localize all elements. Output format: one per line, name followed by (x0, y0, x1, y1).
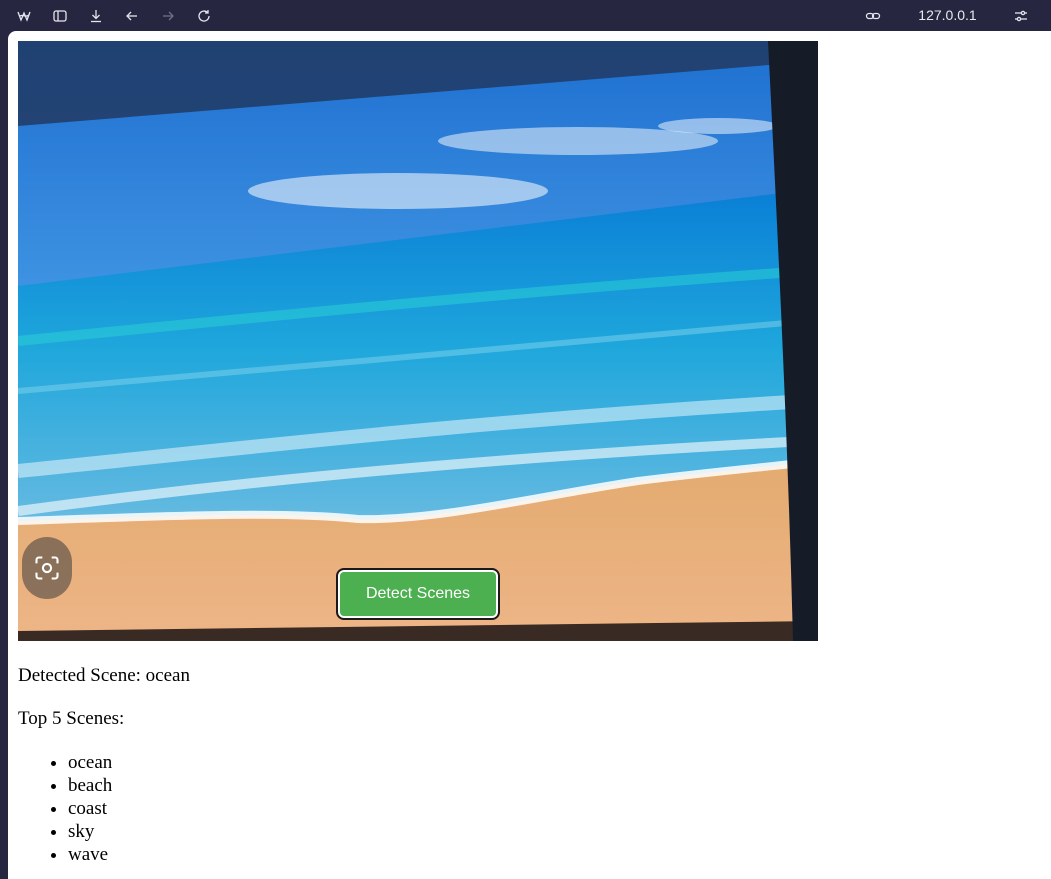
browser-toolbar: 127.0.0.1 (0, 0, 1051, 31)
top-scenes-list: ocean beach coast sky wave (18, 751, 112, 866)
site-settings-icon[interactable] (1010, 5, 1032, 27)
detected-scene-label: Detected Scene: (18, 665, 141, 686)
list-item: sky (68, 820, 112, 843)
detected-scene: Detected Scene: ocean (18, 665, 190, 687)
reload-icon[interactable] (193, 5, 215, 27)
video-frame (18, 41, 818, 641)
top-scenes-heading: Top 5 Scenes: (18, 708, 125, 729)
address-bar-url[interactable]: 127.0.0.1 (905, 7, 990, 23)
list-item: beach (68, 774, 112, 797)
detected-scene-value: ocean (145, 665, 190, 686)
detect-scenes-button[interactable]: Detect Scenes (336, 568, 500, 620)
link-icon[interactable] (862, 5, 884, 27)
camera-lens-icon[interactable] (22, 537, 72, 599)
back-icon[interactable] (121, 5, 143, 27)
sidebar-icon[interactable] (49, 5, 71, 27)
download-icon[interactable] (85, 5, 107, 27)
app-logo-icon[interactable] (13, 5, 35, 27)
list-item: wave (68, 843, 112, 866)
list-item: ocean (68, 751, 112, 774)
web-page: Detect Scenes Detected Scene: ocean Top … (8, 31, 1051, 879)
webcam-video: Detect Scenes (18, 41, 818, 641)
forward-icon[interactable] (157, 5, 179, 27)
list-item: coast (68, 797, 112, 820)
